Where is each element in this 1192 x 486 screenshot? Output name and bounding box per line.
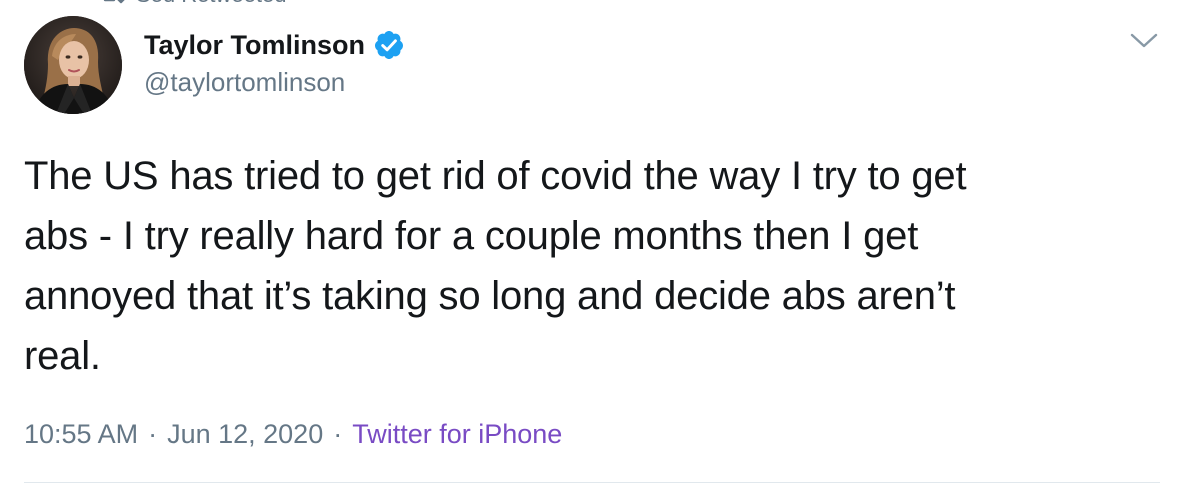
tweet-source-link[interactable]: Twitter for iPhone bbox=[352, 419, 562, 450]
retweet-icon bbox=[103, 0, 125, 4]
verified-badge-icon bbox=[375, 31, 404, 59]
divider bbox=[24, 482, 1160, 483]
tweet-menu-button[interactable] bbox=[1126, 28, 1162, 52]
author-handle[interactable]: @taylortomlinson bbox=[144, 67, 345, 98]
retweet-context-label: Sed Retweeted bbox=[136, 0, 286, 8]
retweet-context: Sed Retweeted bbox=[100, 0, 286, 8]
author-display-name[interactable]: Taylor Tomlinson bbox=[144, 30, 365, 61]
tweet-card: Sed Retweeted bbox=[0, 0, 1192, 486]
meta-separator: · bbox=[333, 418, 343, 449]
tweet-time[interactable]: 10:55 AM bbox=[24, 419, 138, 450]
author-name-row[interactable]: Taylor Tomlinson bbox=[144, 28, 405, 62]
tweet-text: The US has tried to get rid of covid the… bbox=[24, 154, 967, 378]
chevron-down-icon bbox=[1130, 33, 1158, 48]
tweet-metadata: 10:55 AM · Jun 12, 2020 · Twitter for iP… bbox=[24, 416, 562, 452]
avatar[interactable] bbox=[24, 16, 122, 114]
avatar-photo bbox=[24, 16, 122, 114]
meta-separator: · bbox=[148, 418, 158, 449]
tweet-date[interactable]: Jun 12, 2020 bbox=[167, 419, 323, 450]
